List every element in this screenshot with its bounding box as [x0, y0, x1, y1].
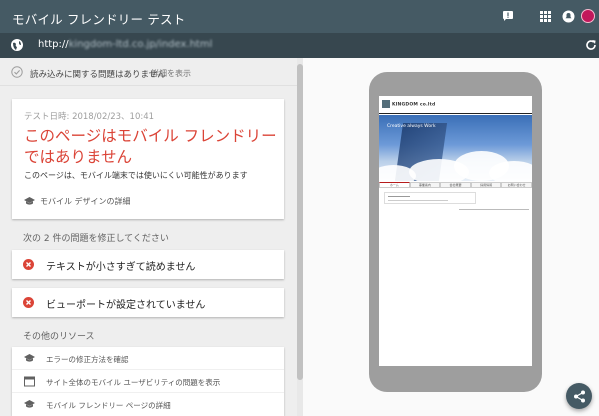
loading-status-row: 読み込みに関する問題はありません 詳細を表示: [0, 58, 297, 86]
site-nav-item: 会社概要: [440, 182, 471, 188]
url-host: kingdom-ltd.co.jp/index.html: [68, 39, 213, 50]
share-icon: [573, 390, 585, 402]
verdict-heading: このページはモバイル フレンドリーではありません: [24, 127, 277, 166]
check-circle-icon: [11, 66, 23, 78]
text-line: [388, 196, 410, 197]
notifications-icon[interactable]: [560, 8, 576, 24]
verdict-description: このページは、モバイル端末では使いにくい可能性があります: [24, 171, 248, 180]
issue-item-small-text[interactable]: テキストが小さすぎて読めません: [12, 250, 284, 279]
issue-item-viewport[interactable]: ビューポートが設定されていません: [12, 288, 284, 317]
site-logo-text: KINGDOM co.ltd: [392, 102, 436, 108]
site-nav-item: お問い合わせ: [501, 182, 532, 188]
resource-item[interactable]: サイト全体のモバイル ユーザビリティの問題を表示: [12, 370, 284, 393]
app-title: モバイル フレンドリー テスト: [12, 12, 186, 27]
resource-label: エラーの修正方法を確認: [46, 355, 129, 364]
phone-frame: KINGDOM co.ltd Creative always Work ホーム …: [369, 72, 542, 392]
reload-icon[interactable]: [585, 39, 597, 51]
resource-label: サイト全体のモバイル ユーザビリティの問題を表示: [46, 378, 221, 387]
test-date: テスト日時: 2018/02/23、10:41: [24, 112, 155, 122]
show-details-link[interactable]: 詳細を表示: [151, 68, 191, 79]
resources-heading: その他のリソース: [23, 332, 95, 342]
url-scheme: http://: [38, 39, 69, 50]
mobile-design-link-label: モバイル デザインの詳細: [40, 197, 131, 206]
resource-item[interactable]: モバイル フレンドリー ページの詳細: [12, 393, 284, 416]
school-icon: [24, 400, 35, 408]
site-header: KINGDOM co.ltd: [379, 96, 532, 114]
site-nav: ホーム 事業案内 会社概要 採用情報 お問い合わせ: [379, 182, 532, 188]
globe-icon: [11, 39, 23, 51]
site-nav-item: 採用情報: [470, 182, 502, 188]
loading-status-text: 読み込みに関する問題はありません: [30, 70, 166, 80]
site-hero-image: Creative always Work: [379, 115, 532, 181]
results-panel: 読み込みに関する問題はありません 詳細を表示 テスト日時: 2018/02/23…: [0, 58, 297, 416]
browser-window-icon: [24, 376, 35, 387]
site-logo-mark: [382, 100, 390, 108]
site-news-box: [384, 192, 476, 204]
url-text[interactable]: http://kingdom-ltd.co.jp/index.html: [38, 39, 212, 50]
app-bar: モバイル フレンドリー テスト: [0, 0, 599, 33]
site-hero-text: Creative always Work: [387, 124, 436, 129]
mobile-design-link[interactable]: モバイル デザインの詳細: [24, 196, 131, 207]
site-footer: [459, 209, 529, 210]
page-screenshot[interactable]: KINGDOM co.ltd Creative always Work ホーム …: [379, 96, 532, 366]
site-nav-item: 事業案内: [409, 182, 441, 188]
apps-grid-icon[interactable]: [537, 8, 553, 24]
issues-heading: 次の 2 件の問題を修正してください: [23, 234, 169, 244]
site-nav-item: ホーム: [379, 182, 410, 188]
school-icon: [24, 354, 35, 362]
cloud-shape: [489, 161, 532, 181]
share-button[interactable]: [566, 383, 592, 409]
issue-label: ビューポートが設定されていません: [46, 300, 206, 311]
school-icon: [24, 197, 35, 205]
feedback-icon[interactable]: [500, 8, 516, 24]
resources-card: エラーの修正方法を確認 サイト全体のモバイル ユーザビリティの問題を表示 モバイ…: [12, 347, 284, 416]
preview-panel: KINGDOM co.ltd Creative always Work ホーム …: [303, 58, 599, 416]
resource-item[interactable]: エラーの修正方法を確認: [12, 347, 284, 370]
text-line: [388, 200, 448, 201]
result-card: テスト日時: 2018/02/23、10:41 このページはモバイル フレンドリ…: [12, 99, 284, 219]
error-icon: [23, 259, 34, 270]
avatar[interactable]: [581, 9, 595, 23]
site-logo: KINGDOM co.ltd: [382, 100, 435, 108]
issue-label: テキストが小さすぎて読めません: [46, 262, 196, 273]
resource-label: モバイル フレンドリー ページの詳細: [46, 401, 171, 410]
url-bar: http://kingdom-ltd.co.jp/index.html: [0, 33, 599, 58]
error-icon: [23, 297, 34, 308]
